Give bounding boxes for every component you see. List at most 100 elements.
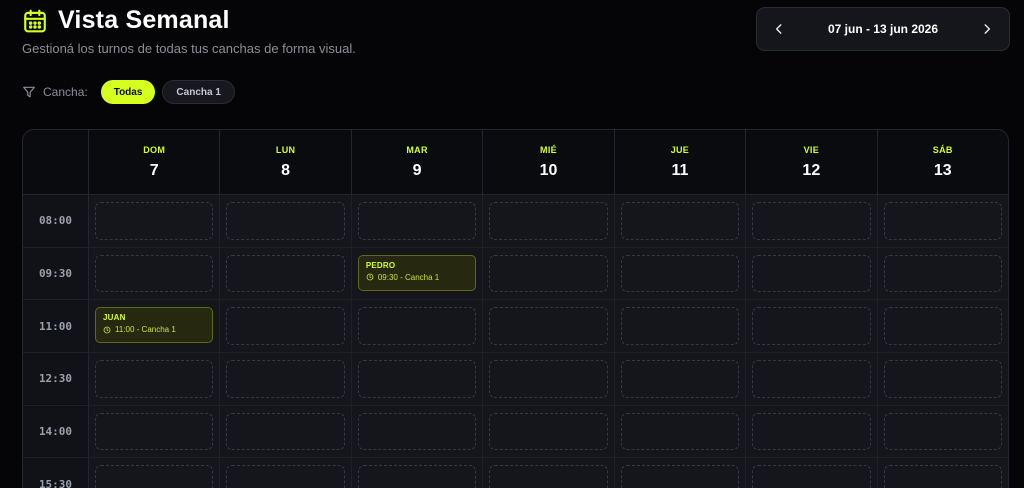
day-cell [877, 300, 1008, 353]
day-cell [614, 300, 747, 353]
day-cell [351, 195, 484, 247]
day-header-vie: VIE 12 [746, 130, 878, 194]
empty-slot[interactable] [95, 202, 214, 240]
time-label: 15:30 [23, 458, 89, 488]
day-name: MAR [406, 144, 428, 155]
day-name: DOM [143, 144, 166, 155]
day-cell [877, 405, 1008, 458]
day-header-mie: MIÉ 10 [483, 130, 615, 194]
empty-slot[interactable] [489, 412, 608, 451]
empty-slot[interactable] [752, 360, 871, 398]
day-cell [877, 247, 1008, 300]
time-row: 12:30 [23, 353, 1008, 406]
day-number: 7 [149, 161, 159, 179]
empty-slot[interactable] [226, 307, 345, 346]
day-cell [746, 300, 878, 353]
day-cell [220, 405, 352, 458]
empty-slot[interactable] [489, 465, 608, 488]
week-range: 07 jun - 13 jun 2026 [827, 22, 939, 36]
empty-slot[interactable] [752, 465, 871, 488]
empty-slot[interactable] [620, 202, 740, 240]
day-number: 10 [539, 161, 558, 179]
empty-slot[interactable] [226, 465, 345, 488]
time-label: 09:30 [23, 247, 89, 300]
empty-slot[interactable] [883, 307, 1002, 346]
empty-slot[interactable] [620, 360, 740, 398]
empty-slot[interactable] [226, 412, 345, 451]
booking-meta: 09:30 - Cancha 1 [366, 273, 468, 282]
empty-slot[interactable] [752, 307, 871, 346]
booking-time-court: 11:00 - Cancha 1 [115, 325, 176, 335]
weekly-calendar: DOM 7 LUN 8 MAR 9 MIÉ 10 JUE 11 VIE 12 S… [22, 129, 1009, 488]
empty-slot[interactable] [883, 465, 1002, 488]
week-navigator: 07 jun - 13 jun 2026 [756, 7, 1010, 51]
time-row: 15:30 [23, 458, 1008, 488]
empty-slot[interactable] [883, 360, 1002, 398]
empty-slot[interactable] [489, 360, 608, 398]
day-number: 8 [281, 161, 291, 179]
day-number: 12 [802, 161, 821, 179]
day-name: MIÉ [540, 144, 557, 155]
day-header-dom: DOM 7 [89, 130, 221, 194]
empty-slot[interactable] [226, 254, 345, 293]
empty-slot[interactable] [357, 307, 477, 346]
empty-slot[interactable] [226, 202, 345, 240]
day-name: JUE [670, 144, 690, 155]
clock-icon [366, 273, 374, 281]
day-cell [89, 458, 221, 488]
day-cell [877, 195, 1008, 247]
booking-name: PEDRO [365, 260, 396, 270]
time-row: 11:00 JUAN 11:00 - Cancha 1 [23, 300, 1008, 354]
day-cell [614, 405, 747, 458]
empty-slot[interactable] [95, 412, 214, 451]
day-cell [746, 458, 878, 488]
time-row: 14:00 [23, 405, 1008, 459]
court-filter: Cancha: Todas Cancha 1 [22, 80, 235, 104]
empty-slot[interactable] [357, 412, 477, 451]
day-cell [351, 353, 484, 405]
empty-slot[interactable] [620, 465, 740, 488]
chevron-left-icon[interactable] [769, 19, 789, 39]
empty-slot[interactable] [752, 254, 871, 293]
booking-name: JUAN [103, 313, 126, 323]
empty-slot[interactable] [489, 254, 608, 293]
calendar-body: 08:00 09:30 PEDRO 09:30 - Cancha 1 11:00 JUAN… [23, 195, 1008, 488]
empty-slot[interactable] [620, 307, 740, 346]
day-cell: JUAN 11:00 - Cancha 1 [89, 300, 221, 353]
day-cell [220, 300, 352, 353]
day-cell [483, 458, 615, 488]
empty-slot[interactable] [752, 412, 871, 451]
day-cell [483, 300, 615, 353]
empty-slot[interactable] [226, 360, 345, 398]
empty-slot[interactable] [95, 254, 214, 293]
empty-slot[interactable] [489, 202, 608, 240]
day-cell [614, 247, 747, 300]
time-row: 09:30 PEDRO 09:30 - Cancha 1 [23, 247, 1008, 301]
day-number: 13 [933, 161, 952, 179]
empty-slot[interactable] [95, 465, 214, 488]
empty-slot[interactable] [620, 254, 740, 293]
day-cell [220, 247, 352, 300]
empty-slot[interactable] [357, 202, 477, 240]
empty-slot[interactable] [752, 202, 871, 240]
day-cell [220, 195, 352, 247]
chevron-right-icon[interactable] [977, 19, 997, 39]
day-name: LUN [275, 144, 296, 155]
day-cell [89, 405, 221, 458]
filter-chip-cancha-1[interactable]: Cancha 1 [162, 80, 235, 104]
empty-slot[interactable] [489, 307, 608, 346]
empty-slot[interactable] [883, 412, 1002, 451]
filter-icon [22, 85, 36, 99]
empty-slot[interactable] [883, 254, 1002, 293]
day-header-jue: JUE 11 [615, 130, 747, 194]
empty-slot[interactable] [357, 465, 477, 488]
empty-slot[interactable] [357, 360, 477, 398]
filter-chip-todas[interactable]: Todas [100, 80, 156, 104]
booking-card[interactable]: JUAN 11:00 - Cancha 1 [95, 307, 214, 344]
calendar-header: DOM 7 LUN 8 MAR 9 MIÉ 10 JUE 11 VIE 12 S… [23, 130, 1008, 195]
booking-card[interactable]: PEDRO 09:30 - Cancha 1 [357, 254, 477, 291]
empty-slot[interactable] [883, 202, 1002, 240]
day-number: 11 [671, 161, 689, 179]
empty-slot[interactable] [95, 360, 214, 398]
empty-slot[interactable] [620, 412, 740, 451]
